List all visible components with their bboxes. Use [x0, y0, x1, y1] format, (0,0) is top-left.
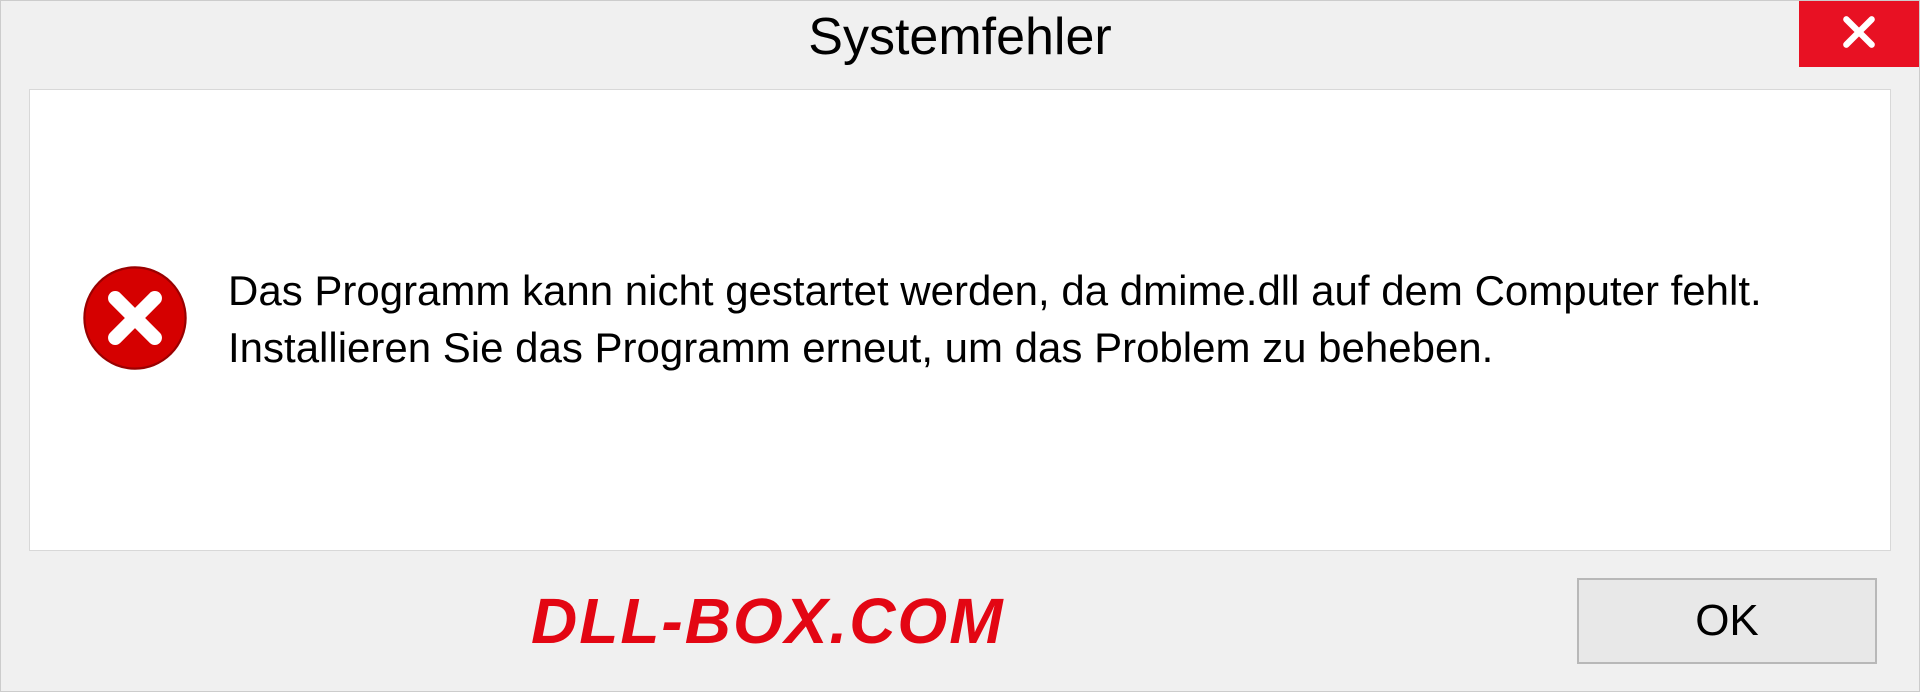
footer-bar: DLL-BOX.COM OK [1, 551, 1919, 691]
dialog-title: Systemfehler [808, 7, 1111, 67]
error-dialog: Systemfehler Das Programm kann nicht ges… [0, 0, 1920, 692]
content-area: Das Programm kann nicht gestartet werden… [29, 89, 1891, 551]
close-button[interactable] [1799, 1, 1919, 67]
ok-button[interactable]: OK [1577, 578, 1877, 664]
watermark-text: DLL-BOX.COM [531, 584, 1005, 658]
error-icon [80, 263, 190, 378]
ok-button-label: OK [1695, 596, 1759, 646]
error-message: Das Programm kann nicht gestartet werden… [228, 263, 1840, 376]
title-bar: Systemfehler [1, 1, 1919, 79]
close-icon [1840, 13, 1878, 56]
